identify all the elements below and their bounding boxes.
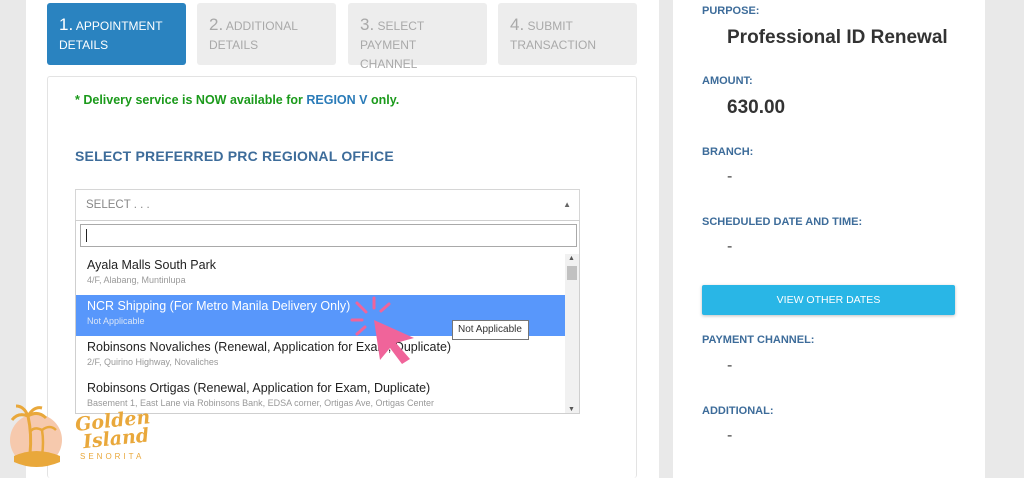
view-other-dates-button[interactable]: View Other Dates: [702, 285, 955, 315]
option-tooltip: Not Applicable: [452, 320, 529, 340]
step-number: 3.: [360, 15, 375, 34]
logo-wordmark: Golden Island: [74, 406, 153, 453]
select-placeholder: SELECT . . .: [86, 199, 150, 211]
step-label: Appointment Details: [59, 19, 163, 52]
payment-channel-label: PAYMENT CHANNEL:: [702, 334, 815, 346]
regional-office-select[interactable]: SELECT . . . ▲: [75, 189, 580, 221]
scroll-up-icon[interactable]: ▲: [568, 255, 575, 262]
option-address: 4/F, Alabang, Muntinlupa: [87, 275, 186, 285]
option-robinsons-novaliches[interactable]: Robinsons Novaliches (Renewal, Applicati…: [76, 336, 565, 377]
notice-text: * Delivery service is NOW available for: [75, 93, 307, 107]
option-name: NCR Shipping (For Metro Manila Delivery …: [87, 299, 351, 313]
notice-region: REGION V: [306, 93, 368, 107]
step-select-payment-channel[interactable]: 3. Select Payment Channel: [348, 3, 487, 71]
branch-label: BRANCH:: [702, 146, 754, 158]
step-label: Additional Details: [209, 19, 298, 52]
dropdown-search-input[interactable]: [80, 224, 577, 247]
scroll-thumb[interactable]: [567, 266, 577, 280]
text-cursor: [86, 229, 87, 242]
option-name: Robinsons Novaliches (Renewal, Applicati…: [87, 340, 452, 354]
step-number: 1.: [59, 15, 74, 34]
amount-value: 630.00: [727, 97, 786, 118]
delivery-notice: * Delivery service is NOW available for …: [75, 93, 399, 107]
logo-subtitle: SENORITA: [80, 452, 145, 461]
additional-label: ADDITIONAL:: [702, 405, 774, 417]
caret-up-icon: ▲: [563, 200, 571, 209]
step-submit-transaction[interactable]: 4. Submit Transaction: [498, 3, 637, 65]
option-ayala-malls-south-park[interactable]: Ayala Malls South Park 4/F, Alabang, Mun…: [76, 254, 565, 295]
option-name: Ayala Malls South Park: [87, 258, 216, 272]
regional-office-dropdown: Ayala Malls South Park 4/F, Alabang, Mun…: [75, 220, 580, 414]
step-number: 4.: [510, 15, 525, 34]
purpose-label: PURPOSE:: [702, 5, 760, 17]
schedule-label: SCHEDULED DATE AND TIME:: [702, 216, 863, 228]
dropdown-scrollbar[interactable]: ▲ ▼: [565, 254, 579, 413]
section-title: SELECT PREFERRED PRC REGIONAL OFFICE: [75, 148, 394, 164]
branch-value: -: [727, 168, 733, 185]
notice-suffix: only.: [367, 93, 400, 107]
schedule-value: -: [727, 238, 733, 255]
scroll-down-icon[interactable]: ▼: [568, 406, 575, 413]
step-appointment-details[interactable]: 1. Appointment Details: [47, 3, 186, 65]
payment-channel-value: -: [727, 357, 733, 374]
purpose-value: Professional ID Renewal: [727, 27, 948, 48]
step-number: 2.: [209, 15, 224, 34]
option-address: Basement 1, East Lane via Robinsons Bank…: [87, 398, 435, 408]
option-address: 2/F, Quirino Highway, Novaliches: [87, 357, 219, 367]
additional-value: -: [727, 427, 733, 444]
step-additional-details[interactable]: 2. Additional Details: [197, 3, 336, 65]
amount-label: AMOUNT:: [702, 75, 753, 87]
pointer-cursor-icon: [350, 296, 414, 364]
option-name: Robinsons Ortigas (Renewal, Application …: [87, 381, 431, 395]
